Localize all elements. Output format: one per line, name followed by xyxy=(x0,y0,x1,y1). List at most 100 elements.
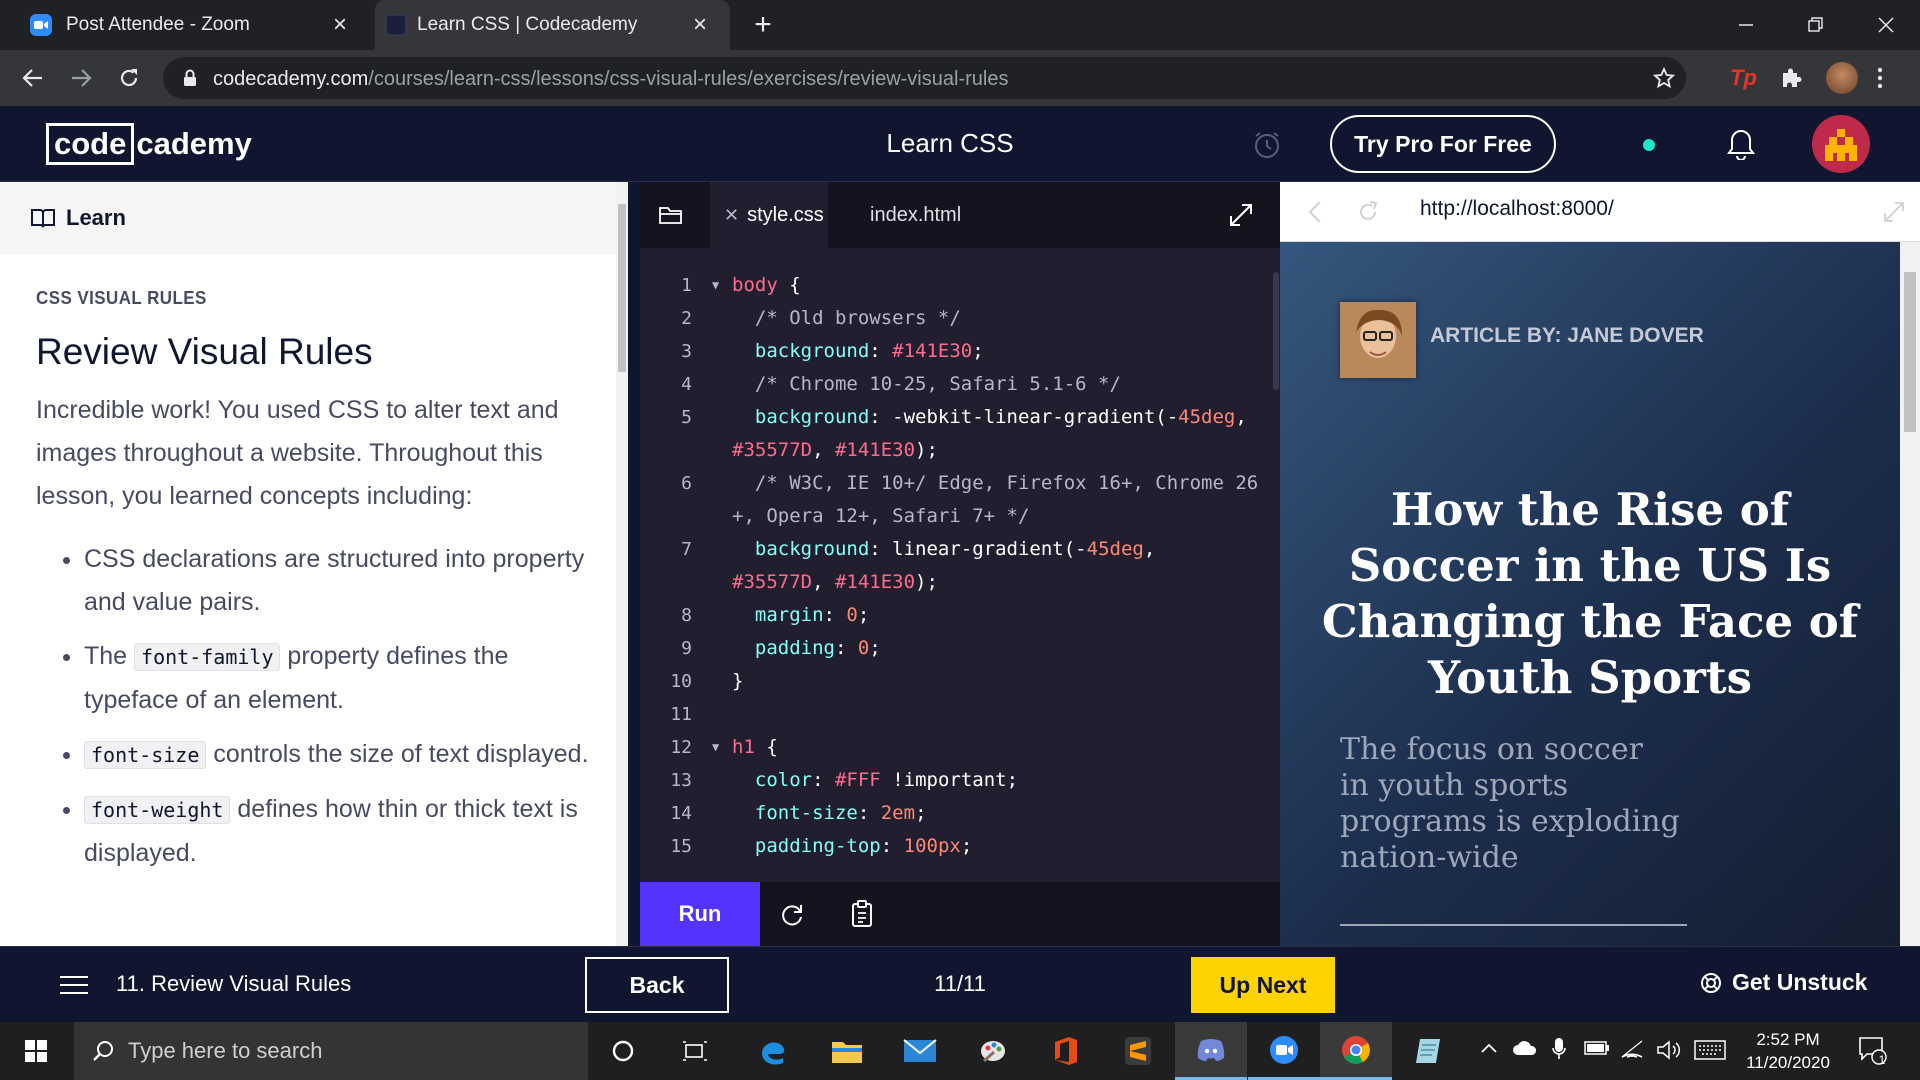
minimize-button[interactable] xyxy=(1716,0,1776,50)
code-scrollbar[interactable] xyxy=(1273,272,1279,390)
author-photo xyxy=(1340,302,1416,378)
scrollbar-thumb[interactable] xyxy=(1904,272,1916,432)
new-tab-button[interactable]: + xyxy=(748,10,778,40)
lock-icon xyxy=(183,69,197,87)
site-header: code cademy Learn CSS Try Pro For Free xyxy=(0,106,1920,182)
code-line: 7 background: linear-gradient(-45deg, xyxy=(681,538,1156,560)
more-menu-icon[interactable] xyxy=(1876,66,1884,90)
url-path: /courses/learn-css/lessons/css-visual-ru… xyxy=(368,68,1009,90)
point-text: The xyxy=(84,642,135,670)
article-subtitle: The focus on soccer in youth sports prog… xyxy=(1340,732,1680,875)
onedrive-icon[interactable] xyxy=(1512,1040,1538,1056)
preview-refresh-icon[interactable] xyxy=(1356,200,1380,224)
article-headline: How the Rise of Soccer in the US Is Chan… xyxy=(1321,483,1859,704)
lesson-points-list: CSS declarations are structured into pro… xyxy=(36,538,596,875)
office-icon[interactable] xyxy=(1030,1022,1102,1080)
code-line: 8 margin: 0; xyxy=(681,604,870,626)
lesson-scrollbar[interactable] xyxy=(616,182,628,946)
browser-toolbar: codecademy.com/courses/learn-css/lessons… xyxy=(0,50,1920,106)
alarm-clock-icon[interactable] xyxy=(1252,130,1282,160)
learn-tab[interactable]: Learn xyxy=(0,182,616,254)
taskbar-clock[interactable]: 2:52 PM 11/20/2020 xyxy=(1730,1028,1846,1074)
notification-bell-icon[interactable] xyxy=(1727,128,1755,160)
reload-icon[interactable] xyxy=(109,58,149,98)
keyboard-icon[interactable] xyxy=(1694,1040,1726,1060)
try-pro-button[interactable]: Try Pro For Free xyxy=(1330,115,1556,173)
menu-hamburger-icon[interactable] xyxy=(60,975,88,995)
inline-code: font-family xyxy=(134,643,281,671)
paint-icon[interactable] xyxy=(957,1022,1029,1080)
mail-icon[interactable] xyxy=(884,1022,956,1080)
bookmark-star-icon[interactable] xyxy=(1653,67,1675,89)
show-hidden-icons-chevron-icon[interactable] xyxy=(1480,1042,1498,1054)
browser-tab-codecademy[interactable]: Learn CSS | Codecademy × xyxy=(375,0,730,50)
battery-icon[interactable] xyxy=(1584,1040,1610,1056)
code-line: #35577D, #141E30); xyxy=(732,571,938,593)
close-tab-icon[interactable]: × xyxy=(688,13,712,37)
preview-url[interactable]: http://localhost:8000/ xyxy=(1420,197,1614,221)
up-next-button[interactable]: Up Next xyxy=(1191,957,1335,1013)
taskbar-search[interactable]: Type here to search xyxy=(74,1022,588,1080)
extensions-puzzle-icon[interactable] xyxy=(1779,66,1803,90)
article-divider xyxy=(1340,924,1687,926)
code-line: 4 /* Chrome 10-25, Safari 5.1-6 */ xyxy=(681,373,1121,395)
preview-toolbar: http://localhost:8000/ xyxy=(1280,182,1920,242)
notes-app-icon[interactable] xyxy=(1393,1022,1465,1080)
code-line: +, Opera 12+, Safari 7+ */ xyxy=(732,505,1030,527)
forward-arrow-icon[interactable] xyxy=(61,58,101,98)
tab-style-css[interactable]: ✕ style.css xyxy=(710,182,828,248)
current-lesson-name[interactable]: 11. Review Visual Rules xyxy=(116,971,351,997)
file-explorer-icon[interactable] xyxy=(811,1022,883,1080)
inline-code: font-size xyxy=(84,741,207,769)
article-preview: ARTICLE BY: JANE DOVER How the Rise of S… xyxy=(1280,242,1900,946)
tab-index-html[interactable]: index.html xyxy=(870,182,961,248)
back-button[interactable]: Back xyxy=(585,957,729,1013)
sublime-text-icon[interactable] xyxy=(1102,1022,1174,1080)
close-file-icon[interactable]: ✕ xyxy=(724,205,739,226)
point-text: CSS declarations are structured into pro… xyxy=(84,545,585,616)
zoom-icon[interactable] xyxy=(1248,1022,1320,1080)
lesson-title: Review Visual Rules xyxy=(36,331,373,372)
status-dot xyxy=(1643,139,1655,151)
task-view-icon[interactable] xyxy=(659,1022,731,1080)
user-avatar[interactable] xyxy=(1812,115,1870,173)
scrollbar-thumb[interactable] xyxy=(618,204,626,372)
close-window-button[interactable] xyxy=(1856,0,1916,50)
expand-icon[interactable] xyxy=(1228,202,1254,228)
restore-button[interactable] xyxy=(1786,0,1846,50)
reset-icon[interactable] xyxy=(779,902,805,928)
discord-icon[interactable] xyxy=(1175,1022,1247,1080)
code-line: 9 padding: 0; xyxy=(681,637,881,659)
browser-tab-zoom[interactable]: Post Attendee - Zoom × xyxy=(14,0,370,50)
lesson-progress: 11/11 xyxy=(934,971,986,996)
windows-start-icon[interactable] xyxy=(0,1022,72,1080)
clipboard-icon[interactable] xyxy=(850,900,876,928)
url-host: codecademy.com xyxy=(213,68,369,90)
run-button[interactable]: Run xyxy=(640,882,760,946)
extension-tp-icon[interactable]: Tp xyxy=(1730,65,1757,91)
chrome-icon[interactable] xyxy=(1320,1022,1392,1080)
folder-icon[interactable] xyxy=(658,204,684,226)
list-item: font-size controls the size of text disp… xyxy=(84,733,596,777)
microphone-icon[interactable] xyxy=(1552,1037,1566,1061)
code-area[interactable]: 1 ▼ body { 2 /* Old browsers */ 3 backgrou… xyxy=(640,269,1280,859)
profile-avatar[interactable] xyxy=(1826,62,1858,94)
back-arrow-icon[interactable] xyxy=(13,58,53,98)
volume-icon[interactable] xyxy=(1656,1039,1682,1061)
lesson-footer: 11. Review Visual Rules Back 11/11 Up Ne… xyxy=(0,946,1920,1022)
cortana-icon[interactable] xyxy=(587,1022,659,1080)
code-line: 14 font-size: 2em; xyxy=(670,802,927,824)
wifi-icon[interactable] xyxy=(1620,1039,1644,1059)
close-tab-icon[interactable]: × xyxy=(328,13,352,37)
editor-tab-bar: ✕ style.css index.html xyxy=(640,182,1280,248)
book-icon xyxy=(30,207,56,229)
get-unstuck-button[interactable]: Get Unstuck xyxy=(1700,969,1867,996)
preview-scrollbar[interactable] xyxy=(1900,242,1920,946)
preview-back-icon[interactable] xyxy=(1308,200,1322,224)
address-bar[interactable]: codecademy.com/courses/learn-css/lessons… xyxy=(163,57,1686,99)
preview-expand-icon[interactable] xyxy=(1882,200,1906,224)
edge-icon[interactable] xyxy=(737,1022,809,1080)
list-item: CSS declarations are structured into pro… xyxy=(84,538,596,624)
lifebuoy-icon xyxy=(1700,972,1722,994)
inline-code: font-weight xyxy=(84,796,231,824)
